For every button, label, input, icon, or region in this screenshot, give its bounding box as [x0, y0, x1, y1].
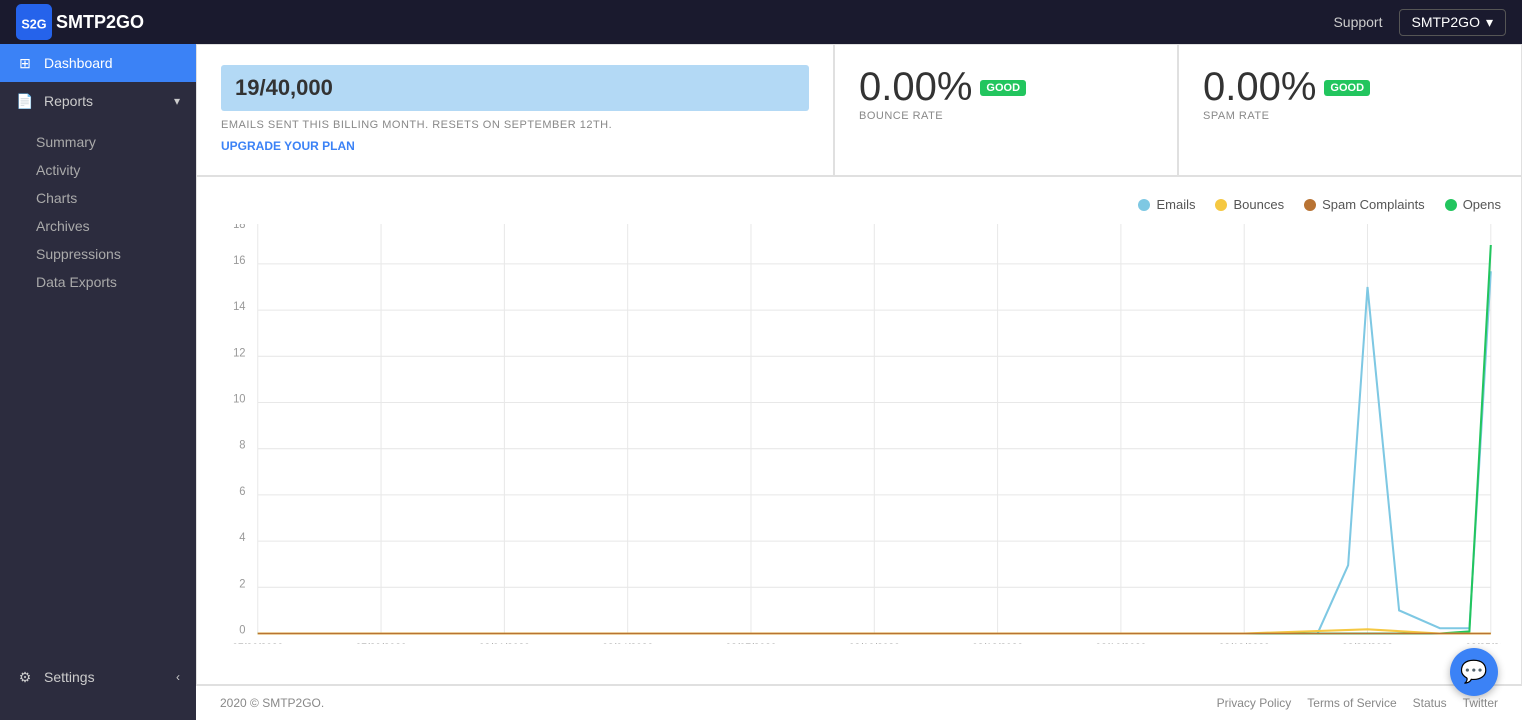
sidebar-item-data-exports[interactable]: Data Exports [36, 268, 196, 296]
sidebar-item-charts[interactable]: Charts [36, 184, 196, 212]
sidebar-sub-reports: Summary Activity Charts Archives Suppres… [0, 120, 196, 304]
settings-icon: ⚙ [16, 668, 34, 686]
svg-text:08/25/2020: 08/25/2020 [1465, 642, 1501, 644]
chart-legend: Emails Bounces Spam Complaints Opens [217, 197, 1501, 212]
footer-privacy-policy[interactable]: Privacy Policy [1217, 696, 1292, 710]
stats-row: 19/40,000 EMAILS SENT THIS BILLING MONTH… [196, 44, 1522, 176]
svg-text:4: 4 [239, 532, 245, 544]
svg-text:07/26/2020: 07/26/2020 [232, 642, 283, 644]
svg-text:14: 14 [233, 301, 245, 313]
chart-svg: 0 2 4 6 8 10 12 14 16 18 [217, 224, 1501, 644]
bounce-rate-label: BOUNCE RATE [859, 110, 1153, 122]
footer-terms-of-service[interactable]: Terms of Service [1307, 696, 1396, 710]
legend-emails: Emails [1138, 197, 1195, 212]
sidebar: ⊞ Dashboard 📄 Reports ▾ Summary Activity… [0, 44, 196, 720]
chat-button[interactable]: 💬 [1450, 648, 1498, 696]
svg-text:08/10/2020: 08/10/2020 [849, 642, 900, 644]
chart-container: 0 2 4 6 8 10 12 14 16 18 [217, 224, 1501, 644]
legend-opens-dot [1445, 199, 1457, 211]
svg-text:08/13/2020: 08/13/2020 [972, 642, 1023, 644]
chart-area: Emails Bounces Spam Complaints Opens [196, 176, 1522, 685]
svg-text:08/04/2020: 08/04/2020 [602, 642, 653, 644]
footer-twitter[interactable]: Twitter [1463, 696, 1498, 710]
page-footer: 2020 © SMTP2GO. Privacy Policy Terms of … [196, 685, 1522, 720]
spam-badge: GOOD [1324, 80, 1370, 96]
sidebar-item-activity[interactable]: Activity [36, 156, 196, 184]
sidebar-footer [0, 696, 196, 720]
sidebar-item-archives[interactable]: Archives [36, 212, 196, 240]
legend-spam-dot [1304, 199, 1316, 211]
legend-emails-dot [1138, 199, 1150, 211]
svg-text:10: 10 [233, 393, 245, 405]
layout: ⊞ Dashboard 📄 Reports ▾ Summary Activity… [0, 44, 1522, 720]
svg-text:08/19/2020: 08/19/2020 [1219, 642, 1270, 644]
svg-text:16: 16 [233, 255, 245, 267]
footer-status[interactable]: Status [1413, 696, 1447, 710]
main-content: 19/40,000 EMAILS SENT THIS BILLING MONTH… [196, 44, 1522, 720]
sidebar-item-suppressions[interactable]: Suppressions [36, 240, 196, 268]
topnav-right: Support SMTP2GO ▾ [1333, 9, 1506, 36]
support-link[interactable]: Support [1333, 14, 1382, 30]
svg-text:07/29/2020: 07/29/2020 [356, 642, 407, 644]
reports-icon: 📄 [16, 92, 34, 110]
email-count-value: 19/40,000 [221, 65, 809, 111]
upgrade-link[interactable]: UPGRADE YOUR PLAN [221, 139, 355, 153]
svg-text:18: 18 [233, 224, 245, 231]
legend-bounces-dot [1215, 199, 1227, 211]
email-count-card: 19/40,000 EMAILS SENT THIS BILLING MONTH… [196, 44, 834, 176]
svg-text:6: 6 [239, 486, 245, 498]
spam-rate-value: 0.00% GOOD [1203, 65, 1497, 110]
logo-icon: S2G [16, 4, 52, 40]
bounce-rate-value: 0.00% GOOD [859, 65, 1153, 110]
sidebar-item-settings[interactable]: ⚙ Settings ‹ [0, 658, 196, 696]
sidebar-item-reports[interactable]: 📄 Reports ▾ [0, 82, 196, 120]
legend-bounces: Bounces [1215, 197, 1284, 212]
spam-rate-label: SPAM RATE [1203, 110, 1497, 122]
logo: S2G SMTP2GO [16, 4, 144, 40]
account-button[interactable]: SMTP2GO ▾ [1399, 9, 1507, 36]
footer-copyright: 2020 © SMTP2GO. [220, 696, 324, 710]
svg-text:08/16/2020: 08/16/2020 [1095, 642, 1146, 644]
topnav: S2G SMTP2GO Support SMTP2GO ▾ [0, 0, 1522, 44]
sidebar-item-summary[interactable]: Summary [36, 128, 196, 156]
legend-spam-complaints: Spam Complaints [1304, 197, 1425, 212]
svg-text:0: 0 [239, 624, 245, 636]
bounce-rate-card: 0.00% GOOD BOUNCE RATE [834, 44, 1178, 176]
svg-text:08/01/2020: 08/01/2020 [479, 642, 530, 644]
reports-chevron: ▾ [174, 94, 180, 108]
svg-text:12: 12 [233, 347, 245, 359]
chat-icon: 💬 [1460, 659, 1487, 685]
svg-text:08/22/2020: 08/22/2020 [1342, 642, 1393, 644]
svg-text:8: 8 [239, 440, 245, 452]
logo-text: SMTP2GO [56, 12, 144, 33]
bounce-badge: GOOD [980, 80, 1026, 96]
svg-text:S2G: S2G [21, 17, 46, 31]
svg-text:2: 2 [239, 578, 245, 590]
svg-text:08/07/2020: 08/07/2020 [726, 642, 777, 644]
legend-opens: Opens [1445, 197, 1501, 212]
spam-rate-card: 0.00% GOOD SPAM RATE [1178, 44, 1522, 176]
dashboard-icon: ⊞ [16, 54, 34, 72]
sidebar-item-dashboard[interactable]: ⊞ Dashboard [0, 44, 196, 82]
email-count-label: EMAILS SENT THIS BILLING MONTH. RESETS O… [221, 119, 809, 131]
footer-links: Privacy Policy Terms of Service Status T… [1217, 696, 1498, 710]
settings-chevron: ‹ [176, 670, 180, 684]
